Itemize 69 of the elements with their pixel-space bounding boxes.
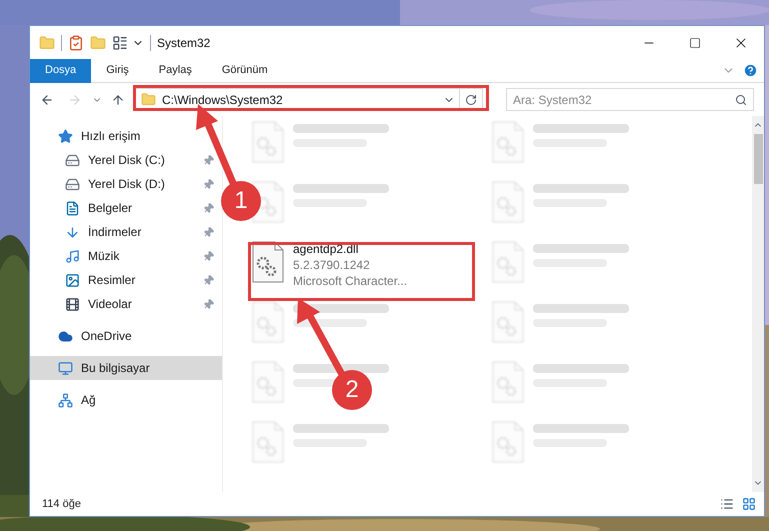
file-name: agentdp2.dll bbox=[293, 241, 360, 257]
gear-file-icon bbox=[251, 421, 285, 463]
up-icon[interactable] bbox=[111, 92, 125, 106]
sidebar-label: Yerel Disk (D:) bbox=[88, 176, 166, 193]
gear-file-icon bbox=[251, 121, 285, 163]
sidebar-item[interactable]: Yerel Disk (C:) bbox=[30, 148, 222, 172]
sidebar-item[interactable]: Yerel Disk (D:) bbox=[30, 172, 222, 196]
help-icon[interactable] bbox=[743, 63, 758, 78]
scroll-thumb[interactable] bbox=[754, 134, 762, 184]
sidebar-item[interactable]: Hızlı erişim bbox=[30, 124, 222, 148]
picture-icon bbox=[64, 272, 80, 288]
sidebar-label: Bu bilgisayar bbox=[81, 360, 151, 377]
refresh-icon[interactable] bbox=[465, 94, 477, 106]
sidebar-item[interactable]: Belgeler bbox=[30, 196, 222, 220]
sidebar-label: Ağ bbox=[81, 392, 97, 409]
drive-icon bbox=[64, 176, 80, 192]
scrollbar[interactable] bbox=[752, 116, 764, 492]
sidebar-item[interactable]: Ağ bbox=[30, 388, 222, 412]
gear-file-icon bbox=[251, 241, 285, 283]
sidebar-label: Müzik bbox=[88, 248, 120, 265]
maximize-icon[interactable] bbox=[689, 36, 701, 48]
sidebar-item[interactable]: Bu bilgisayar bbox=[30, 356, 222, 380]
search-icon[interactable] bbox=[735, 94, 747, 106]
monitor-icon bbox=[58, 360, 72, 376]
sidebar-label: Resimler bbox=[88, 272, 136, 289]
gear-file-icon bbox=[491, 121, 525, 163]
gear-file-icon bbox=[491, 241, 525, 283]
gear-file-icon bbox=[251, 301, 285, 343]
sidebar-item[interactable]: Videolar bbox=[30, 292, 222, 316]
network-icon bbox=[58, 392, 72, 408]
folder-icon bbox=[141, 92, 156, 107]
gear-file-icon bbox=[251, 361, 285, 403]
ribbon-tab[interactable]: Görünüm bbox=[206, 58, 283, 82]
film-icon bbox=[64, 296, 80, 312]
ribbon-tab[interactable]: Giriş bbox=[91, 58, 144, 82]
sidebar-label: Yerel Disk (C:) bbox=[88, 152, 166, 169]
gear-file-icon bbox=[491, 421, 525, 463]
sidebar-label: Hızlı erişim bbox=[81, 128, 142, 145]
sidebar-label: Belgeler bbox=[88, 200, 134, 217]
document-icon bbox=[64, 200, 80, 216]
drive-icon bbox=[64, 152, 80, 168]
sidebar-item[interactable]: Resimler bbox=[30, 268, 222, 292]
sidebar-label: Videolar bbox=[88, 296, 133, 313]
star-icon bbox=[58, 128, 72, 144]
cloud-icon bbox=[58, 328, 72, 344]
file-description: Microsoft Character... bbox=[293, 273, 408, 289]
gear-file-icon bbox=[491, 301, 525, 343]
sidebar-item[interactable]: Müzik bbox=[30, 244, 222, 268]
search-input[interactable]: Ara: System32 bbox=[513, 90, 735, 108]
details-view-icon[interactable] bbox=[720, 497, 734, 511]
gear-file-icon bbox=[491, 181, 525, 223]
properties-icon[interactable] bbox=[68, 34, 84, 50]
sidebar-item[interactable]: İndirmeler bbox=[30, 220, 222, 244]
view-icon[interactable] bbox=[112, 34, 128, 50]
sidebar-item[interactable]: OneDrive bbox=[30, 324, 222, 348]
file-version: 5.2.3790.1242 bbox=[293, 257, 371, 273]
sidebar-label: OneDrive bbox=[81, 328, 133, 345]
window-title: System32 bbox=[157, 34, 210, 52]
gear-file-icon bbox=[491, 361, 525, 403]
back-icon[interactable] bbox=[40, 92, 54, 106]
ribbon-tab[interactable]: Paylaş bbox=[144, 58, 207, 82]
tiles-view-icon[interactable] bbox=[742, 497, 756, 511]
search-field[interactable]: Ara: System32 bbox=[506, 88, 754, 111]
sidebar-label: İndirmeler bbox=[88, 224, 142, 241]
download-icon bbox=[64, 224, 80, 240]
ribbon-tab[interactable]: Dosya bbox=[30, 58, 92, 82]
item-count: 114 öğe bbox=[42, 496, 81, 512]
music-icon bbox=[64, 248, 80, 264]
address-path: C:\Windows\System32 bbox=[162, 92, 283, 108]
